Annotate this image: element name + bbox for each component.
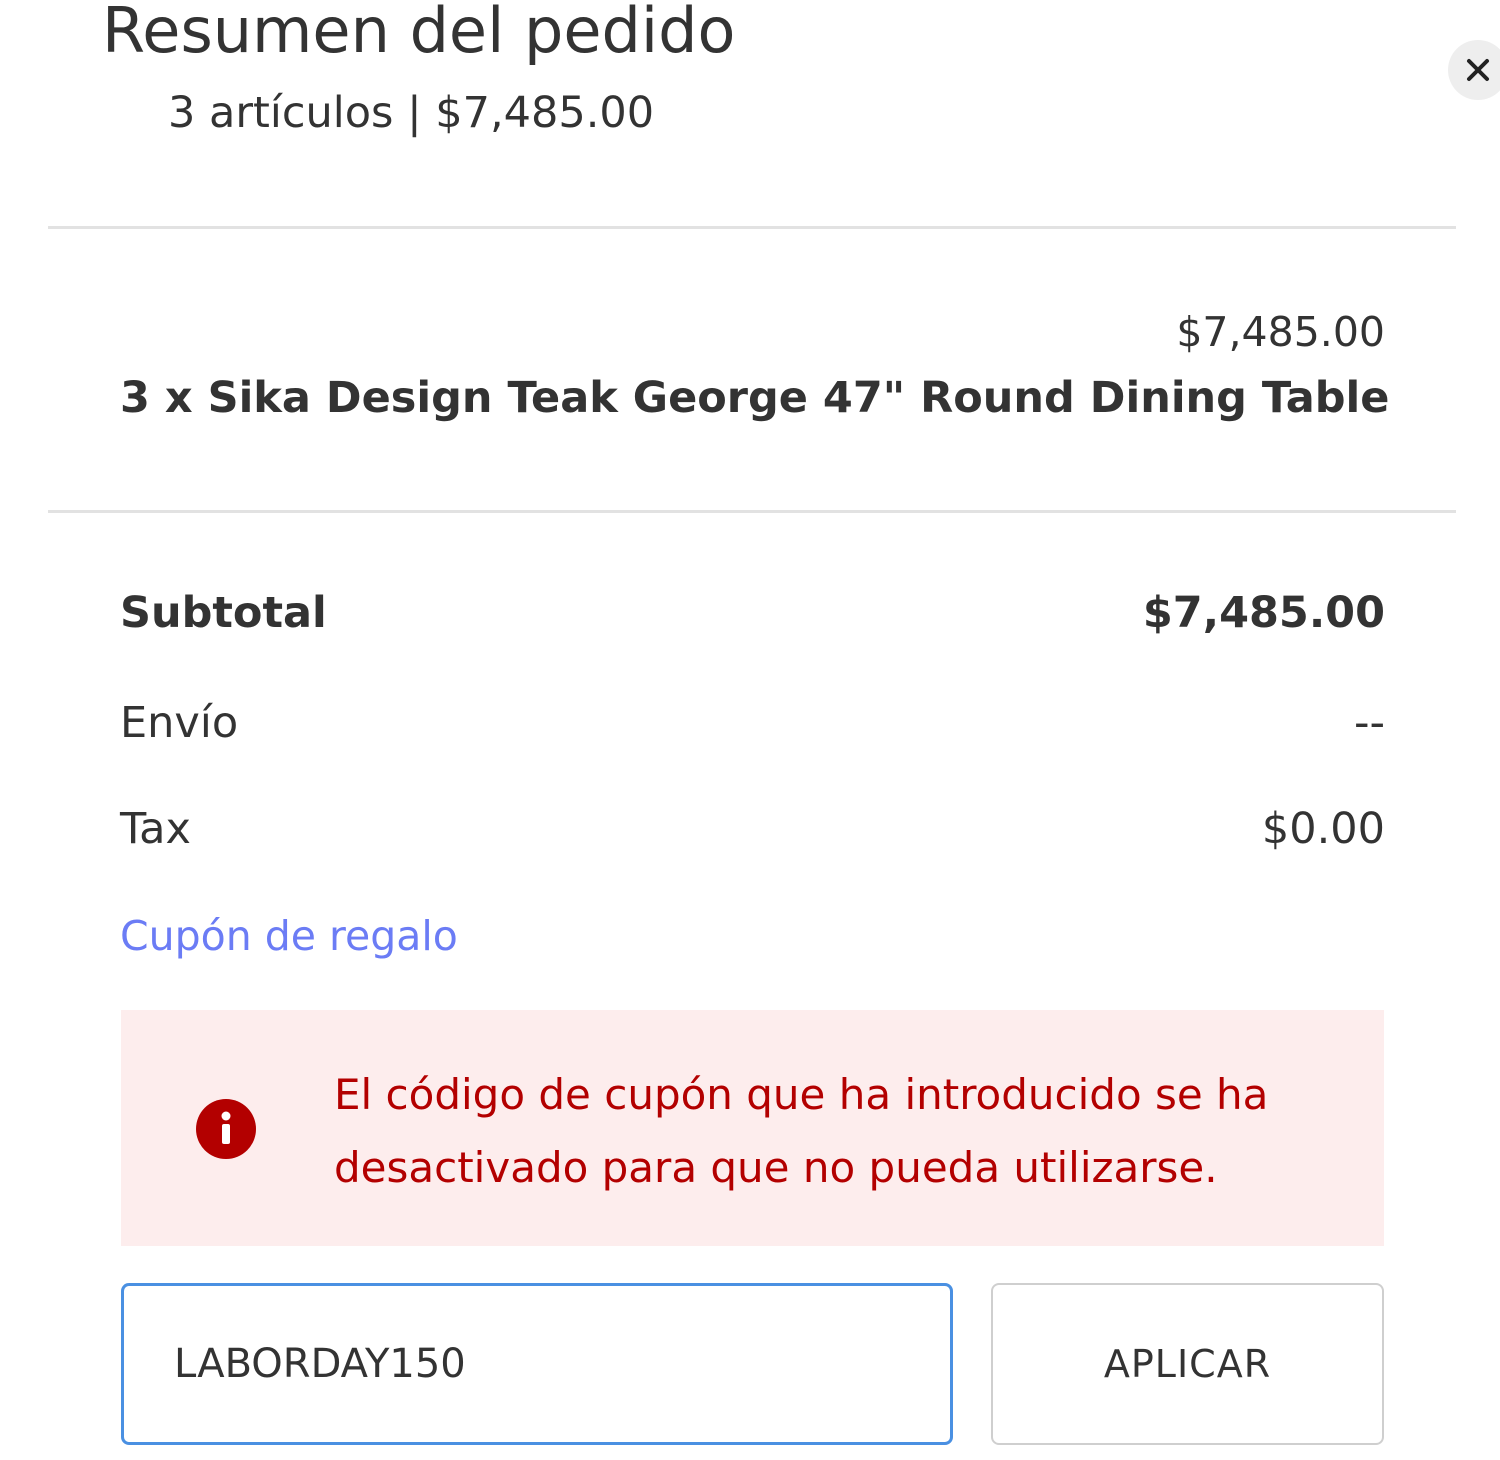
shipping-value: -- <box>1353 698 1385 748</box>
coupon-code-input[interactable] <box>121 1283 953 1445</box>
apply-coupon-button[interactable]: APLICAR <box>991 1283 1384 1445</box>
close-icon <box>1467 59 1489 81</box>
gift-coupon-link[interactable]: Cupón de regalo <box>120 912 458 960</box>
tax-row: Tax $0.00 <box>120 804 1385 854</box>
order-summary-panel: Resumen del pedido 3 artículos | $7,485.… <box>0 0 1500 1460</box>
shipping-label: Envío <box>120 698 239 748</box>
close-button[interactable] <box>1448 40 1500 100</box>
page-title: Resumen del pedido <box>102 0 736 67</box>
info-circle-icon <box>196 1099 256 1159</box>
item-name: 3 x Sika Design Teak George 47" Round Di… <box>120 373 1390 423</box>
tax-value: $0.00 <box>1261 804 1385 854</box>
order-summary-count-total: 3 artículos | $7,485.00 <box>168 88 655 138</box>
divider <box>48 226 1456 229</box>
coupon-error-message: El código de cupón que ha introducido se… <box>334 1070 1269 1192</box>
divider <box>48 510 1456 513</box>
tax-label: Tax <box>120 804 191 854</box>
coupon-error-alert: El código de cupón que ha introducido se… <box>121 1010 1384 1246</box>
subtotal-row: Subtotal $7,485.00 <box>120 588 1385 638</box>
shipping-row: Envío -- <box>120 698 1385 748</box>
item-price: $7,485.00 <box>1176 308 1385 356</box>
subtotal-label: Subtotal <box>120 588 327 638</box>
subtotal-value: $7,485.00 <box>1142 588 1385 638</box>
